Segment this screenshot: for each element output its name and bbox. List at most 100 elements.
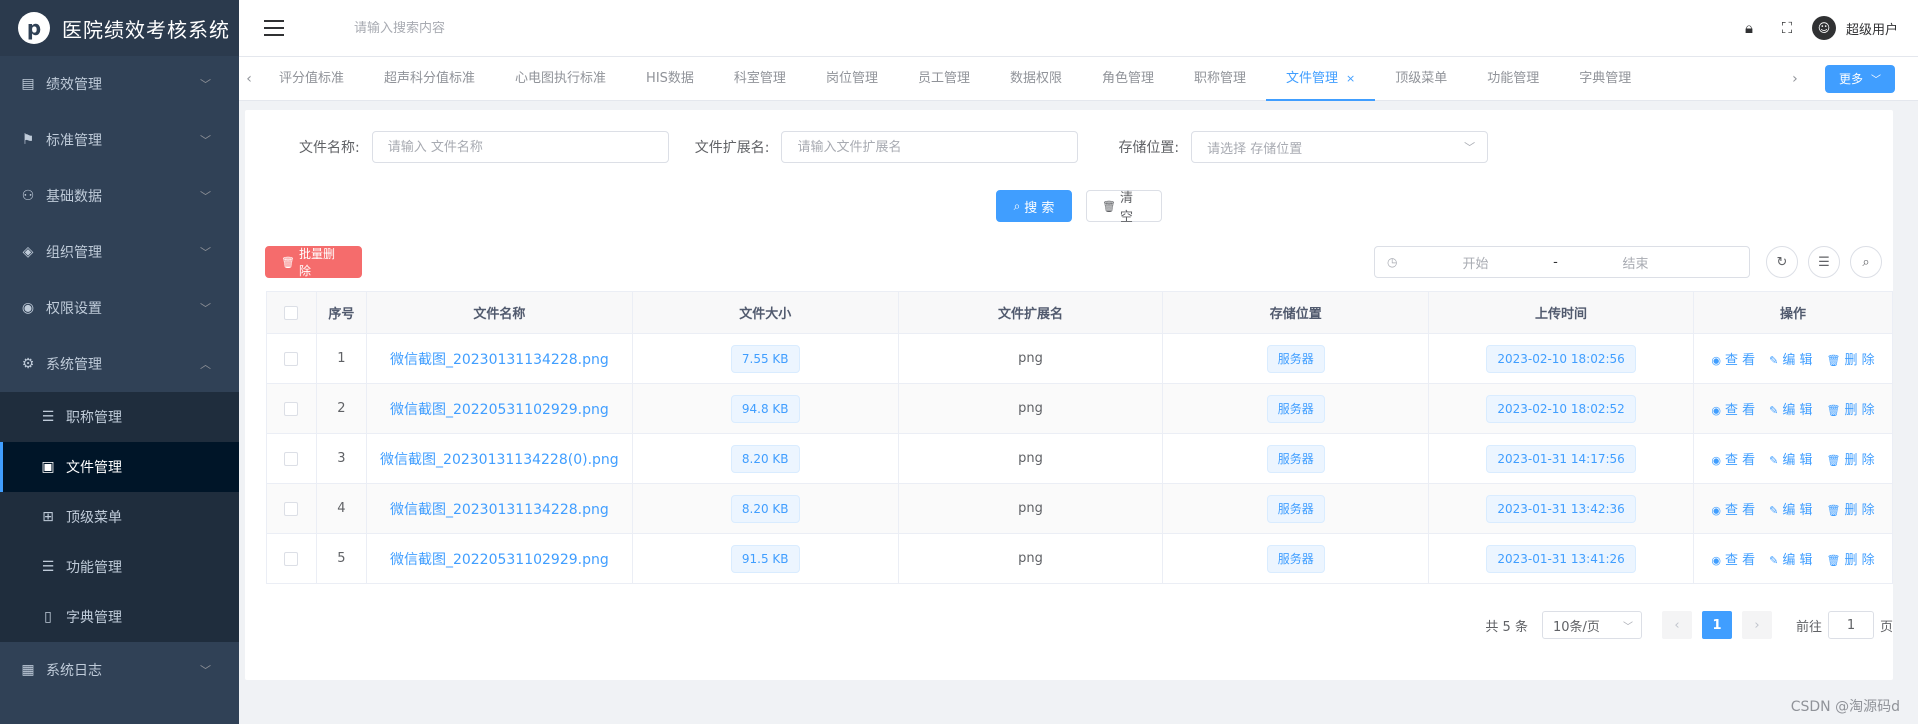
page-size-select[interactable]: 10条/页 ﹀ [1541, 611, 1642, 639]
view-button[interactable]: ◉ 查 看 [1711, 399, 1755, 418]
refresh-icon[interactable]: ↻ [1766, 246, 1798, 278]
cell-time: 2023-01-31 14:17:56 [1428, 433, 1694, 484]
row-checkbox[interactable] [284, 501, 299, 516]
edit-icon: ✎ [1769, 504, 1779, 517]
header-search-input[interactable] [354, 20, 614, 36]
prev-page-button[interactable]: ‹ [1661, 611, 1692, 639]
delete-button[interactable]: 🗑︎ 删 除 [1826, 349, 1874, 368]
file-name-link[interactable]: 微信截图_20220531102929.png [390, 552, 609, 568]
tab-position[interactable]: 岗位管理 [806, 57, 898, 101]
next-page-button[interactable]: › [1741, 611, 1772, 639]
file-name-link[interactable]: 微信截图_20230131134228(0).png [380, 452, 619, 468]
filter-name-input[interactable] [371, 131, 669, 163]
trash-icon: 🗑︎ [1102, 199, 1116, 213]
eye-icon: ◉ [1711, 554, 1721, 567]
sidebar-subitem-function[interactable]: ☰ 功能管理 [0, 542, 239, 592]
tab-ultrasound-standard[interactable]: 超声科分值标准 [364, 57, 495, 101]
size-tag: 8.20 KB [730, 494, 800, 523]
tab-top-menu[interactable]: 顶级菜单 [1375, 57, 1467, 101]
date-start-input[interactable]: 开始 [1405, 253, 1545, 272]
row-checkbox[interactable] [284, 401, 299, 416]
delete-button[interactable]: 🗑︎ 删 除 [1826, 449, 1874, 468]
header-actions: 🔒︎ ⛶ ☺ 超级用户 [1720, 0, 1898, 56]
delete-button[interactable]: 🗑︎ 删 除 [1826, 549, 1874, 568]
fullscreen-icon[interactable]: ⛶ [1778, 19, 1796, 37]
tab-dictionary[interactable]: 字典管理 [1559, 57, 1651, 101]
search-button[interactable]: ⌕ 搜 索 [996, 190, 1072, 222]
edit-button[interactable]: ✎ 编 辑 [1769, 499, 1812, 518]
goto-page-input[interactable] [1827, 611, 1874, 639]
delete-label: 删 除 [1844, 453, 1875, 468]
hamburger-menu-icon[interactable] [264, 20, 284, 36]
tab-data-permission[interactable]: 数据权限 [990, 57, 1082, 101]
clear-button[interactable]: 🗑︎ 清 空 [1086, 190, 1162, 225]
select-all-checkbox[interactable] [284, 305, 299, 320]
chevron-left-icon[interactable]: ‹ [239, 71, 259, 87]
user-name[interactable]: 超级用户 [1846, 19, 1898, 38]
cell-time: 2023-02-10 18:02:52 [1428, 383, 1694, 434]
view-button[interactable]: ◉ 查 看 [1711, 349, 1755, 368]
tab-his-data[interactable]: HIS数据 [626, 57, 714, 101]
avatar[interactable]: ☺ [1811, 16, 1836, 40]
view-label: 查 看 [1724, 553, 1756, 568]
tab-employee[interactable]: 员工管理 [898, 57, 990, 101]
sidebar-subitem-title[interactable]: ☰ 职称管理 [0, 392, 239, 442]
more-tabs-button[interactable]: 更多 ﹀ [1824, 64, 1895, 93]
toggle-search-icon[interactable]: ⌕ [1850, 246, 1882, 278]
sidebar-item-permissions[interactable]: ◉ 权限设置 ﹀ [0, 280, 239, 336]
sidebar-item-performance[interactable]: ▤ 绩效管理 ﹀ [0, 56, 239, 112]
sidebar-item-system[interactable]: ⚙ 系统管理 ︿ [0, 336, 239, 392]
tab-score-standard[interactable]: 评分值标准 [259, 57, 364, 101]
edit-button[interactable]: ✎ 编 辑 [1769, 399, 1812, 418]
tab-ecg-standard[interactable]: 心电图执行标准 [495, 57, 626, 101]
cell-actions: ◉ 查 看 ✎ 编 辑 🗑︎ 删 除 [1692, 483, 1894, 534]
chevron-right-icon[interactable]: › [1785, 71, 1805, 87]
delete-button[interactable]: 🗑︎ 删 除 [1826, 499, 1874, 518]
sidebar-subitem-file[interactable]: ▣ 文件管理 [0, 442, 239, 492]
cell-actions: ◉ 查 看 ✎ 编 辑 🗑︎ 删 除 [1692, 533, 1894, 584]
edit-button[interactable]: ✎ 编 辑 [1769, 449, 1812, 468]
sidebar-item-system-log[interactable]: ▦ 系统日志 ﹀ [0, 642, 239, 698]
cell-index: 2 [315, 383, 367, 434]
delete-button[interactable]: 🗑︎ 删 除 [1826, 399, 1874, 418]
filter-storage-select[interactable]: 请选择 存储位置 ﹀ [1191, 131, 1489, 163]
tab-file[interactable]: 文件管理 × [1266, 57, 1376, 101]
sidebar-item-organization[interactable]: ◈ 组织管理 ﹀ [0, 224, 239, 280]
row-checkbox[interactable] [284, 551, 299, 566]
page-suffix: 页 [1879, 619, 1893, 635]
tab-department[interactable]: 科室管理 [714, 57, 806, 101]
batch-delete-button[interactable]: 🗑︎ 批量删除 [265, 246, 362, 278]
view-label: 查 看 [1724, 403, 1756, 418]
sidebar-subitem-dictionary[interactable]: ▯ 字典管理 [0, 592, 239, 642]
column-settings-icon[interactable]: ☰ [1808, 246, 1840, 278]
tab-function[interactable]: 功能管理 [1467, 57, 1559, 101]
tab-role[interactable]: 角色管理 [1082, 57, 1174, 101]
filter-ext-input[interactable] [781, 131, 1079, 163]
row-checkbox[interactable] [284, 451, 299, 466]
page-number-button[interactable]: 1 [1701, 611, 1732, 639]
close-icon[interactable]: × [1346, 72, 1355, 85]
view-button[interactable]: ◉ 查 看 [1711, 549, 1755, 568]
sidebar-item-basic-data[interactable]: ⚇ 基础数据 ﹀ [0, 168, 239, 224]
edit-button[interactable]: ✎ 编 辑 [1769, 549, 1812, 568]
file-name-link[interactable]: 微信截图_20230131134228.png [390, 502, 609, 518]
app-logo[interactable]: p 医院绩效考核系统 [0, 0, 239, 56]
delete-label: 删 除 [1844, 503, 1875, 518]
date-range-picker[interactable]: ◷ 开始 - 结束 [1374, 246, 1750, 278]
col-storage: 存储位置 [1162, 291, 1430, 334]
row-checkbox[interactable] [284, 351, 299, 366]
sidebar-subitem-label: 功能管理 [66, 560, 122, 576]
eye-icon: ◉ [1711, 504, 1721, 517]
file-name-link[interactable]: 微信截图_20230131134228.png [390, 352, 609, 368]
sidebar-item-standard[interactable]: ⚑ 标准管理 ﹀ [0, 112, 239, 168]
lock-icon[interactable]: 🔒︎ [1740, 19, 1758, 37]
table-row: 3 微信截图_20230131134228(0).png 8.20 KB png… [266, 433, 1894, 484]
row-select-cell [266, 483, 317, 534]
sidebar-subitem-top-menu[interactable]: ⊞ 顶级菜单 [0, 492, 239, 542]
view-button[interactable]: ◉ 查 看 [1711, 449, 1755, 468]
date-end-input[interactable]: 结束 [1565, 253, 1705, 272]
edit-button[interactable]: ✎ 编 辑 [1769, 349, 1812, 368]
view-button[interactable]: ◉ 查 看 [1711, 499, 1755, 518]
file-name-link[interactable]: 微信截图_20220531102929.png [390, 402, 609, 418]
tab-title[interactable]: 职称管理 [1174, 57, 1266, 101]
